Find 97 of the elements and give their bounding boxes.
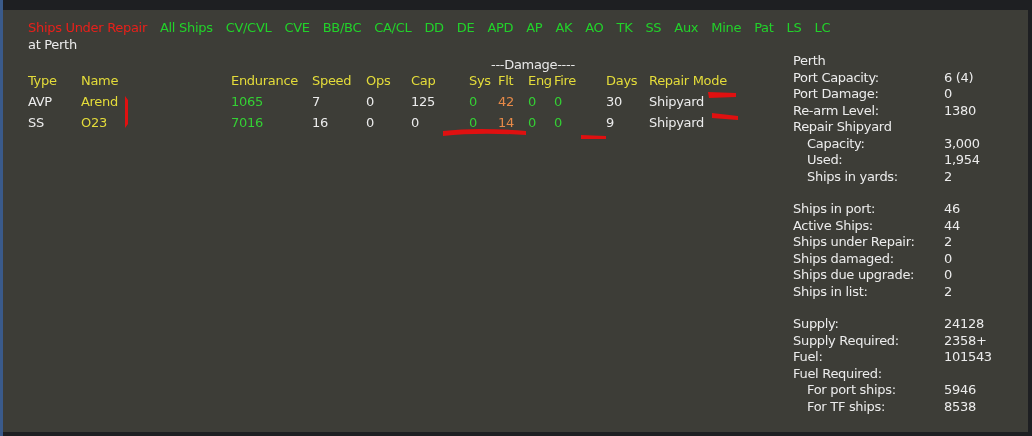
table-cell-text: 0	[469, 115, 478, 130]
column-header: Repair Mode	[649, 73, 727, 88]
table-cell-text: Shipyard	[649, 94, 705, 109]
table-cell-text: 0	[366, 115, 375, 130]
stat-label: For port ships:	[806, 382, 897, 399]
location-label: at Perth	[28, 36, 78, 53]
column-header: Ops	[366, 73, 392, 88]
stat-label: Used:	[806, 152, 844, 169]
table-cell-text: 0	[554, 115, 563, 130]
filter-tab[interactable]: BB/BC	[322, 19, 362, 35]
filter-tab[interactable]: LC	[814, 19, 831, 35]
annotation-mark	[708, 92, 736, 98]
stat-value: 3,000	[944, 135, 980, 152]
filter-tab[interactable]: AO	[585, 19, 604, 35]
filter-tab[interactable]: SS	[645, 19, 662, 35]
table-cell-text: 0	[528, 115, 537, 130]
column-header: Days	[606, 73, 639, 88]
filter-tab[interactable]: CVE	[284, 19, 310, 35]
stat-label: Supply Required:	[793, 332, 900, 349]
column-header: Flt	[498, 73, 515, 88]
column-header: Sys	[469, 73, 492, 88]
stat-value: 0	[944, 86, 952, 103]
stat-label: Port Capacity:	[793, 69, 880, 86]
stat-label: Ships in list:	[793, 283, 869, 300]
table-cell-text: 0	[554, 94, 563, 109]
stat-label: For TF ships:	[806, 398, 887, 415]
filter-tab[interactable]: Aux	[674, 19, 699, 35]
stat-label: Active Ships:	[793, 217, 874, 234]
stat-value: 2	[944, 234, 952, 251]
stat-value: 0	[944, 250, 952, 267]
stat-label: Ships damaged:	[793, 250, 895, 267]
filter-tab[interactable]: AP	[526, 19, 543, 35]
table-cell-text: 7016	[231, 115, 264, 130]
stat-value: 6 (4)	[944, 69, 974, 86]
stat-label: Fuel Required:	[793, 365, 883, 382]
filter-tab[interactable]: AK	[555, 19, 573, 35]
stat-value: 2	[944, 168, 952, 185]
stat-value: 1,954	[944, 152, 980, 169]
stat-value: 46	[944, 201, 960, 218]
table-cell-text: 0	[528, 94, 537, 109]
stat-label: Fuel:	[793, 349, 824, 366]
stat-value: 2	[944, 283, 952, 300]
filter-tab[interactable]: LS	[786, 19, 802, 35]
table-cell-text: 0	[469, 94, 478, 109]
column-header: Type	[28, 73, 58, 88]
annotation-mark	[581, 135, 606, 139]
stat-label: Re-arm Level:	[793, 102, 880, 119]
stat-label: Capacity:	[806, 135, 866, 152]
filter-tab[interactable]: TK	[616, 19, 633, 35]
filter-tab[interactable]: DD	[424, 19, 444, 35]
column-header: Endurance	[231, 73, 299, 88]
column-header: Eng	[528, 73, 553, 88]
table-cell-text: 42	[498, 94, 515, 109]
stat-label: Port Damage:	[793, 86, 880, 103]
ship-name: O23	[81, 115, 108, 130]
table-cell-text: 0	[411, 115, 420, 130]
annotation-mark	[125, 96, 128, 128]
table-cell-text: Shipyard	[649, 115, 705, 130]
stat-value: 8538	[944, 398, 976, 415]
column-header: Cap	[411, 73, 437, 88]
filter-tab[interactable]: Mine	[711, 19, 742, 35]
column-header: Fire	[554, 73, 577, 88]
stat-label: Supply:	[793, 316, 840, 333]
column-header: Speed	[312, 73, 353, 88]
table-cell-text: SS	[28, 115, 45, 130]
stat-label: Ships due upgrade:	[793, 267, 916, 284]
column-header: Name	[81, 73, 120, 88]
table-cell-text: AVP	[28, 94, 53, 109]
table-cell-text: 14	[498, 115, 515, 130]
stat-value: 24128	[944, 316, 984, 333]
table-cell-text: 1065	[231, 94, 264, 109]
stat-value: 2358+	[944, 332, 987, 349]
stat-label: Repair Shipyard	[793, 119, 893, 136]
stat-label: Ships in yards:	[806, 168, 899, 185]
annotation-mark	[712, 113, 738, 120]
damage-group-header: ---Damage----	[491, 57, 575, 72]
ship-name: Arend	[81, 94, 119, 109]
stat-value: 44	[944, 217, 960, 234]
stat-value: 101543	[944, 349, 992, 366]
filter-tab[interactable]: All Ships	[159, 19, 213, 35]
stat-label: Ships under Repair:	[793, 234, 916, 251]
filter-tab[interactable]: CV/CVL	[225, 19, 272, 35]
table-cell-text: 9	[606, 115, 615, 130]
stat-value: 1380	[944, 102, 976, 119]
filter-tab[interactable]: Pat	[754, 19, 774, 35]
filter-tab[interactable]: CA/CL	[374, 19, 412, 35]
table-cell-text: 0	[366, 94, 375, 109]
filter-tab[interactable]: DE	[456, 19, 475, 35]
filter-tab[interactable]: APD	[487, 19, 514, 35]
stat-label: Ships in port:	[793, 201, 877, 218]
table-cell-text: 125	[411, 94, 436, 109]
table-cell-text: 16	[312, 115, 329, 130]
table-cell-text: 30	[606, 94, 623, 109]
table-cell-text: 7	[312, 94, 321, 109]
stat-value: 5946	[944, 382, 976, 399]
stat-value: 0	[944, 267, 952, 284]
stat-label: Perth	[793, 53, 827, 70]
